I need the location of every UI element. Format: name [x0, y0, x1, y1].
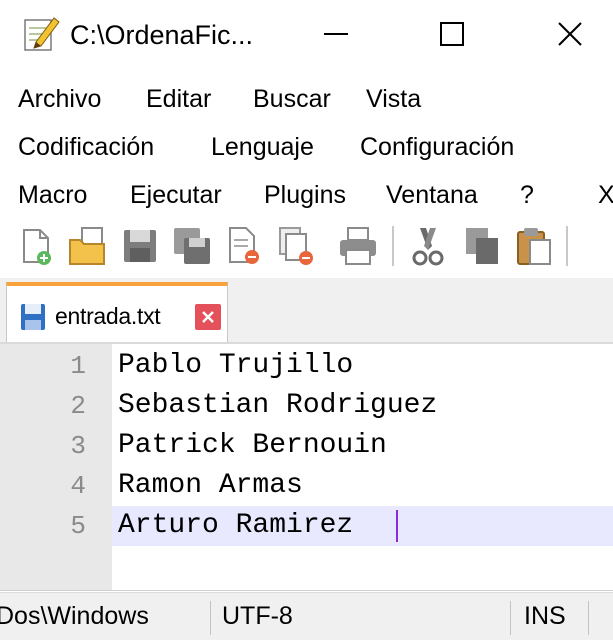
status-separator [588, 601, 589, 635]
cut-icon[interactable] [406, 224, 450, 268]
status-separator [510, 601, 511, 635]
line-number: 5 [70, 511, 86, 541]
menu-ejecutar[interactable]: Ejecutar [130, 171, 222, 219]
menu-editar[interactable]: Editar [146, 75, 211, 123]
menu-codificacion[interactable]: Codificación [18, 123, 154, 171]
status-eol[interactable]: Dos\Windows [0, 593, 149, 640]
menu-macro[interactable]: Macro [18, 171, 87, 219]
line-text[interactable]: Patrick Bernouin [118, 426, 387, 466]
menu-vista[interactable]: Vista [366, 75, 421, 123]
line-number: 2 [70, 391, 86, 421]
status-insert-mode[interactable]: INS [524, 593, 566, 640]
close-window-button[interactable] [542, 8, 598, 60]
status-separator [210, 601, 211, 635]
menu-configuracion[interactable]: Configuración [360, 123, 514, 171]
toolbar-separator [392, 226, 394, 266]
menu-row-1: Archivo Editar Buscar Vista [0, 75, 613, 123]
saved-file-icon [21, 304, 45, 330]
menu-buscar[interactable]: Buscar [253, 75, 331, 123]
line-number: 4 [70, 471, 86, 501]
line-text[interactable]: Ramon Armas [118, 466, 303, 506]
save-icon[interactable] [118, 224, 162, 268]
line-text[interactable]: Pablo Trujillo [118, 346, 353, 386]
line-text[interactable]: Arturo Ramirez [118, 506, 353, 546]
menu-row-3: Macro Ejecutar Plugins Ventana ? X [0, 171, 613, 219]
menu-plugins[interactable]: Plugins [264, 171, 346, 219]
editor-line[interactable]: 3 Patrick Bernouin [0, 426, 613, 466]
paste-icon[interactable] [512, 224, 556, 268]
new-file-icon[interactable] [14, 224, 58, 268]
copy-icon[interactable] [460, 224, 504, 268]
menu-ventana[interactable]: Ventana [386, 171, 478, 219]
text-caret [396, 510, 398, 542]
maximize-button[interactable] [424, 8, 480, 60]
editor-line[interactable]: 1 Pablo Trujillo [0, 346, 613, 386]
text-editor[interactable]: 1 Pablo Trujillo 2 Sebastian Rodriguez 3… [0, 344, 613, 591]
print-icon[interactable] [336, 224, 380, 268]
editor-line[interactable]: 4 Ramon Armas [0, 466, 613, 506]
notepad-plus-plus-icon [24, 17, 60, 51]
maximize-icon [440, 22, 464, 46]
menu-row-2: Codificación Lenguaje Configuración [0, 123, 613, 171]
menu-archivo[interactable]: Archivo [18, 75, 101, 123]
tab-close-button[interactable] [195, 304, 221, 330]
toolbar-separator [566, 226, 568, 266]
toolbar [0, 218, 613, 274]
close-icon [558, 22, 582, 46]
close-file-icon[interactable] [222, 224, 266, 268]
close-all-icon[interactable] [274, 224, 318, 268]
editor-line-current[interactable]: 5 Arturo Ramirez [0, 506, 613, 546]
menu-help[interactable]: ? [520, 171, 534, 219]
open-file-icon[interactable] [66, 224, 110, 268]
menu-close-document[interactable]: X [598, 171, 613, 219]
minimize-button[interactable] [308, 8, 364, 60]
tab-entrada-txt[interactable]: entrada.txt [6, 282, 228, 342]
save-all-icon[interactable] [170, 224, 214, 268]
window-title: C:\OrdenaFic... [70, 20, 254, 50]
line-number: 3 [70, 431, 86, 461]
tab-strip: entrada.txt [0, 278, 613, 344]
title-bar: C:\OrdenaFic... [0, 0, 613, 72]
tab-label: entrada.txt [55, 303, 161, 329]
editor-line[interactable]: 2 Sebastian Rodriguez [0, 386, 613, 426]
close-icon [202, 311, 214, 323]
status-encoding[interactable]: UTF-8 [222, 593, 293, 640]
line-number: 1 [70, 351, 86, 381]
menu-lenguaje[interactable]: Lenguaje [211, 123, 314, 171]
minimize-icon [324, 33, 348, 35]
status-bar: Dos\Windows UTF-8 INS [0, 592, 613, 640]
line-text[interactable]: Sebastian Rodriguez [118, 386, 437, 426]
